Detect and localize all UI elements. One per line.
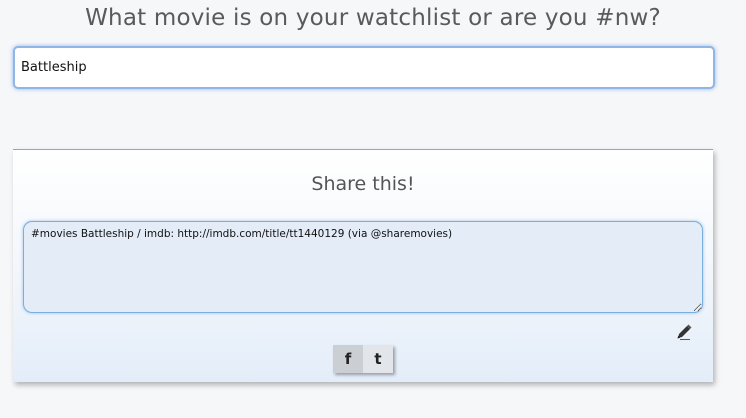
pencil-icon[interactable] (675, 323, 693, 341)
share-panel: Share this! #movies Battleship / imdb: h… (13, 149, 713, 382)
facebook-share-button[interactable]: f (333, 345, 363, 373)
share-message-textarea[interactable]: #movies Battleship / imdb: http://imdb.c… (23, 221, 703, 313)
movie-search-input[interactable] (13, 46, 715, 89)
share-heading: Share this! (311, 173, 415, 195)
twitter-share-button[interactable]: t (363, 345, 393, 373)
page-title: What movie is on your watchlist or are y… (85, 5, 661, 31)
social-share-buttons: f t (333, 345, 393, 373)
